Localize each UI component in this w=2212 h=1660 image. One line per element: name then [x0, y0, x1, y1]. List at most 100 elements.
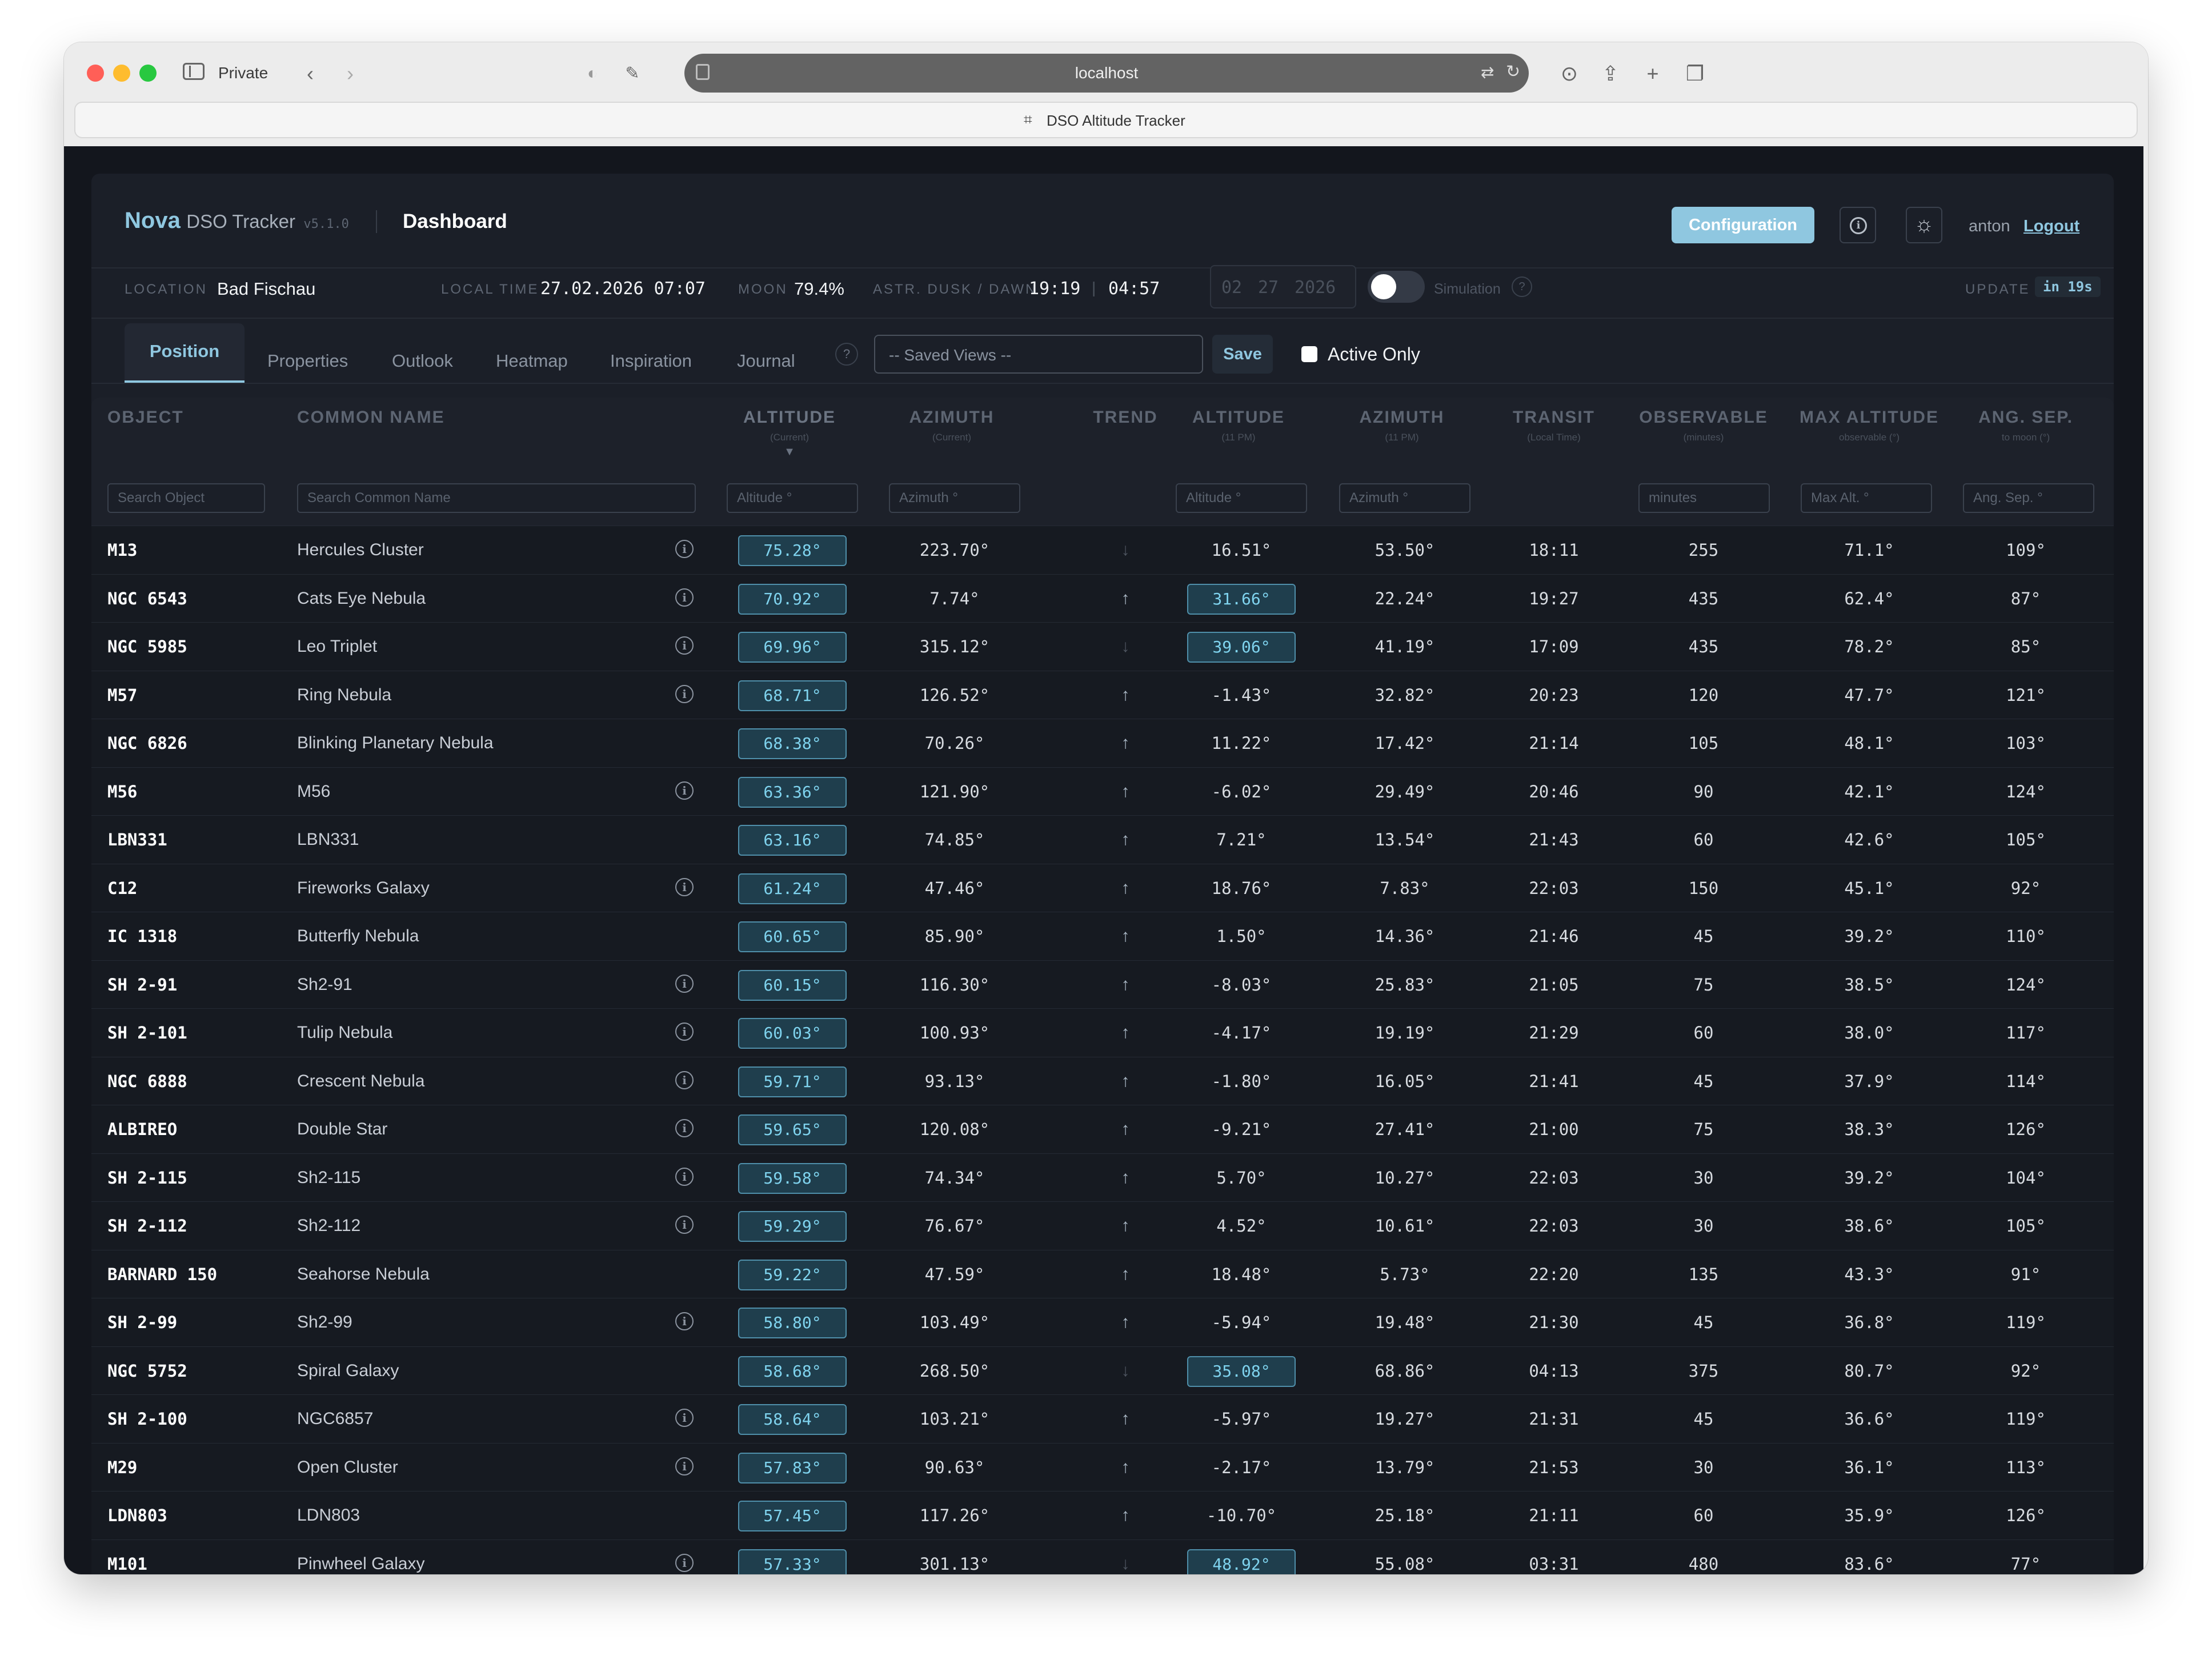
table-row[interactable]: M56 M56 i 63.36° 121.90° ↑ -6.02° 29.49° 20:46 90… — [91, 767, 2114, 816]
table-row[interactable]: SH 2-100 NGC6857 i 58.64° 103.21° ↑ -5.97° 19.2… — [91, 1394, 2114, 1443]
tab-inspiration[interactable]: Inspiration — [610, 351, 692, 371]
object-info-icon[interactable]: i — [675, 877, 694, 896]
col-object[interactable]: OBJECT — [107, 408, 184, 427]
theme-toggle-button[interactable]: ☼ — [1906, 207, 1942, 243]
sidebar-toggle-button[interactable] — [183, 63, 205, 80]
configuration-button[interactable]: Configuration — [1672, 207, 1814, 243]
filter-azimuth-11pm-input[interactable]: Azimuth ° — [1339, 483, 1470, 513]
col-max-altitude[interactable]: MAX ALTITUDE — [1784, 408, 1955, 427]
forward-icon[interactable]: › — [336, 59, 364, 88]
col-azimuth[interactable]: AZIMUTH — [889, 408, 1015, 427]
col-transit[interactable]: TRANSIT — [1491, 408, 1617, 427]
table-row[interactable]: NGC 5752 Spiral Galaxy 58.68° 268.50° ↓ 35.08… — [91, 1346, 2114, 1395]
simulation-date-input[interactable]: 02 27 2026 — [1210, 265, 1356, 308]
table-row[interactable]: LBN331 LBN331 63.16° 74.85° ↑ 7.21° 13.54° 21:4… — [91, 815, 2114, 864]
trend-down-icon: ↓ — [1121, 1554, 1130, 1573]
date-month: 02 — [1221, 278, 1243, 298]
minimize-window-button[interactable] — [113, 65, 130, 82]
table-row[interactable]: NGC 6543 Cats Eye Nebula i 70.92° 7.74° ↑ 31.6… — [91, 574, 2114, 623]
table-row[interactable]: LDN803 LDN803 57.45° 117.26° ↑ -10.70° 25.18° 2… — [91, 1491, 2114, 1539]
filter-max-altitude-input[interactable]: Max Alt. ° — [1801, 483, 1932, 513]
object-info-icon[interactable]: i — [675, 1167, 694, 1186]
filter-common-name-input[interactable]: Search Common Name — [297, 483, 696, 513]
object-info-icon[interactable]: i — [675, 1119, 694, 1137]
table-row[interactable]: M13 Hercules Cluster i 75.28° 223.70° ↓ 16.51°… — [91, 526, 2114, 574]
object-info-icon[interactable]: i — [675, 636, 694, 655]
table-row[interactable]: IC 1318 Butterfly Nebula 60.65° 85.90° ↑ 1.50… — [91, 912, 2114, 960]
tab-properties[interactable]: Properties — [267, 351, 348, 371]
new-tab-icon[interactable]: + — [1638, 59, 1667, 88]
object-info-icon[interactable]: i — [675, 1553, 694, 1572]
table-row[interactable]: SH 2-99 Sh2-99 i 58.80° 103.49° ↑ -5.94° 19.48°… — [91, 1298, 2114, 1346]
share-icon[interactable]: ⇪ — [1596, 59, 1625, 88]
table-row[interactable]: C12 Fireworks Galaxy i 61.24° 47.46° ↑ 18.76° 7… — [91, 863, 2114, 912]
col-common-name[interactable]: COMMON NAME — [297, 408, 445, 427]
table-row[interactable]: NGC 6888 Crescent Nebula i 59.71° 93.13° ↑ -1.… — [91, 1056, 2114, 1105]
browser-tab[interactable]: ⌗ DSO Altitude Tracker — [74, 102, 2138, 138]
reload-icon[interactable]: ↻ — [1506, 62, 1520, 82]
col-observable[interactable]: OBSERVABLE — [1629, 408, 1778, 427]
download-icon[interactable]: ⊙ — [1555, 59, 1584, 88]
table-row[interactable]: M101 Pinwheel Galaxy i 57.33° 301.13° ↓ 48.92°… — [91, 1539, 2114, 1574]
object-info-icon[interactable]: i — [675, 684, 694, 703]
filter-ang-sep-input[interactable]: Ang. Sep. ° — [1963, 483, 2094, 513]
table-row[interactable]: SH 2-91 Sh2-91 i 60.15° 116.30° ↑ -8.03° 25.83°… — [91, 960, 2114, 1009]
common-name: Ring Nebula — [297, 685, 392, 704]
tab-position[interactable]: Position — [125, 323, 245, 383]
simulation-toggle[interactable] — [1368, 271, 1425, 303]
logout-link[interactable]: Logout — [2023, 217, 2079, 236]
tab-overview-icon[interactable]: ❐ — [1681, 59, 1709, 88]
object-info-icon[interactable]: i — [675, 781, 694, 800]
sort-desc-icon[interactable]: ▼ — [727, 446, 852, 459]
object-info-icon[interactable]: i — [675, 1216, 694, 1234]
tab-outlook[interactable]: Outlook — [392, 351, 453, 371]
translate-icon[interactable]: ⇄ — [1481, 63, 1494, 82]
close-window-button[interactable] — [87, 65, 104, 82]
object-info-icon[interactable]: i — [675, 1312, 694, 1330]
address-bar[interactable]: localhost ⇄ ↻ — [684, 54, 1529, 93]
object-info-icon[interactable]: i — [675, 1409, 694, 1427]
filter-azimuth-input[interactable]: Azimuth ° — [889, 483, 1020, 513]
table-row[interactable]: SH 2-112 Sh2-112 i 59.29° 76.67° ↑ 4.52° 10.61°… — [91, 1201, 2114, 1250]
col-altitude-11pm[interactable]: ALTITUDE — [1176, 408, 1301, 427]
table-row[interactable]: M57 Ring Nebula i 68.71° 126.52° ↑ -1.43° 32.82… — [91, 670, 2114, 719]
table-row[interactable]: NGC 5985 Leo Triplet i 69.96° 315.12° ↓ 39.06°… — [91, 622, 2114, 671]
simulation-help-icon[interactable]: ? — [1512, 276, 1532, 297]
object-info-icon[interactable]: i — [675, 1457, 694, 1475]
table-row[interactable]: M29 Open Cluster i 57.83° 90.63° ↑ -2.17° 13.79… — [91, 1442, 2114, 1491]
shield-icon[interactable]: ◐ — [578, 59, 607, 88]
tab-heatmap[interactable]: Heatmap — [496, 351, 568, 371]
altitude-current: 58.80° — [738, 1308, 847, 1338]
table-row[interactable]: ALBIREO Double Star i 59.65° 120.08° ↑ -9.21° 2… — [91, 1105, 2114, 1153]
tabs-help-icon[interactable]: ? — [835, 343, 858, 366]
table-row[interactable]: SH 2-101 Tulip Nebula i 60.03° 100.93° ↑ -4.17… — [91, 1008, 2114, 1057]
save-button[interactable]: Save — [1212, 335, 1273, 374]
col-altitude[interactable]: ALTITUDE — [727, 408, 852, 427]
reader-icon[interactable]: ✎ — [618, 59, 647, 88]
saved-views-select[interactable]: -- Saved Views -- — [874, 335, 1203, 374]
col-azimuth-11pm[interactable]: AZIMUTH — [1339, 408, 1465, 427]
back-icon[interactable]: ‹ — [296, 59, 324, 88]
object-info-icon[interactable]: i — [675, 974, 694, 993]
sun-icon: ☼ — [1914, 212, 1934, 236]
table-row[interactable]: BARNARD 150 Seahorse Nebula 59.22° 47.59° ↑ 1… — [91, 1249, 2114, 1298]
col-trend[interactable]: TREND — [1068, 408, 1183, 427]
info-button[interactable]: i — [1840, 207, 1876, 243]
object-info-icon[interactable]: i — [675, 1070, 694, 1089]
dusk-value: 19:19 — [1029, 279, 1081, 299]
filter-altitude-input[interactable]: Altitude ° — [727, 483, 858, 513]
tab-journal[interactable]: Journal — [737, 351, 795, 371]
filter-altitude-11pm-input[interactable]: Altitude ° — [1176, 483, 1307, 513]
object-info-icon[interactable]: i — [675, 588, 694, 607]
table-row[interactable]: SH 2-115 Sh2-115 i 59.58° 74.34° ↑ 5.70° 10.27°… — [91, 1153, 2114, 1202]
object-id: NGC 5752 — [107, 1361, 187, 1381]
zoom-window-button[interactable] — [139, 65, 157, 82]
filter-observable-input[interactable]: minutes — [1638, 483, 1770, 513]
active-only-checkbox[interactable] — [1301, 346, 1317, 362]
object-info-icon[interactable]: i — [675, 1023, 694, 1041]
trend-up-icon: ↑ — [1121, 1023, 1130, 1042]
filter-object-input[interactable]: Search Object — [107, 483, 265, 513]
col-ang-sep[interactable]: ANG. SEP. — [1963, 408, 2089, 427]
object-info-icon[interactable]: i — [675, 540, 694, 558]
table-row[interactable]: NGC 6826 Blinking Planetary Nebula 68.38° 7… — [91, 719, 2114, 767]
